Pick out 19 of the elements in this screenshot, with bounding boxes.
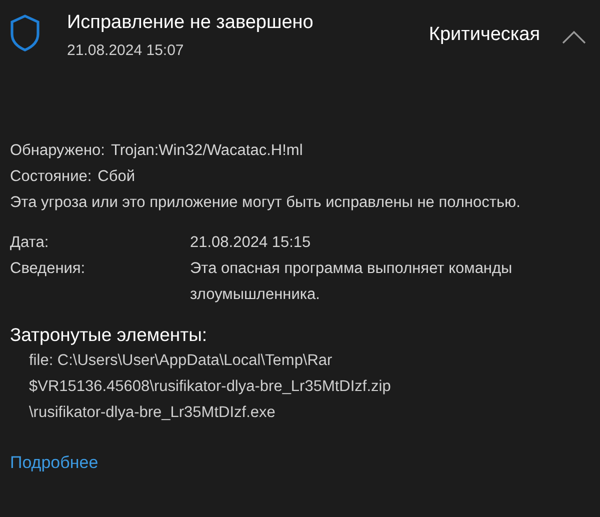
- field-value: 21.08.2024 15:15: [190, 233, 312, 253]
- field-value: Сбой: [98, 167, 136, 187]
- file-path-line: file: C:\Users\User\AppData\Local\Temp\Rar: [29, 352, 332, 369]
- file-path-line: $VR15136.45608\rusifikator-dlya-bre_Lr35MtDIzf.zip: [29, 378, 391, 395]
- notification-time: 21.08.2024 15:07: [67, 41, 185, 61]
- field-label: Обнаружено:: [10, 141, 105, 161]
- field-label: Сведения:: [10, 259, 86, 279]
- section-heading: Затронутые элементы:: [10, 323, 208, 347]
- shield-icon: [10, 14, 40, 52]
- field-label: Состояние:: [10, 167, 92, 187]
- notification-title: Исправление не завершено: [67, 11, 314, 35]
- field-value: Эта опасная программа выполняет команды злоумышленника.: [190, 259, 514, 305]
- file-path-line: \rusifikator-dlya-bre_Lr35MtDIzf.exe: [29, 404, 276, 421]
- chevron-icon[interactable]: [562, 30, 586, 44]
- field-value: Trojan:Win32/Wacatac.H!ml: [110, 141, 303, 161]
- warning-text: Эта угроза или это приложение могут быть исправлены не полностью.: [10, 193, 522, 213]
- field-label: Дата:: [10, 233, 50, 253]
- more-link[interactable]: Подробнее: [10, 450, 98, 476]
- severity-label: Критическая: [428, 24, 540, 46]
